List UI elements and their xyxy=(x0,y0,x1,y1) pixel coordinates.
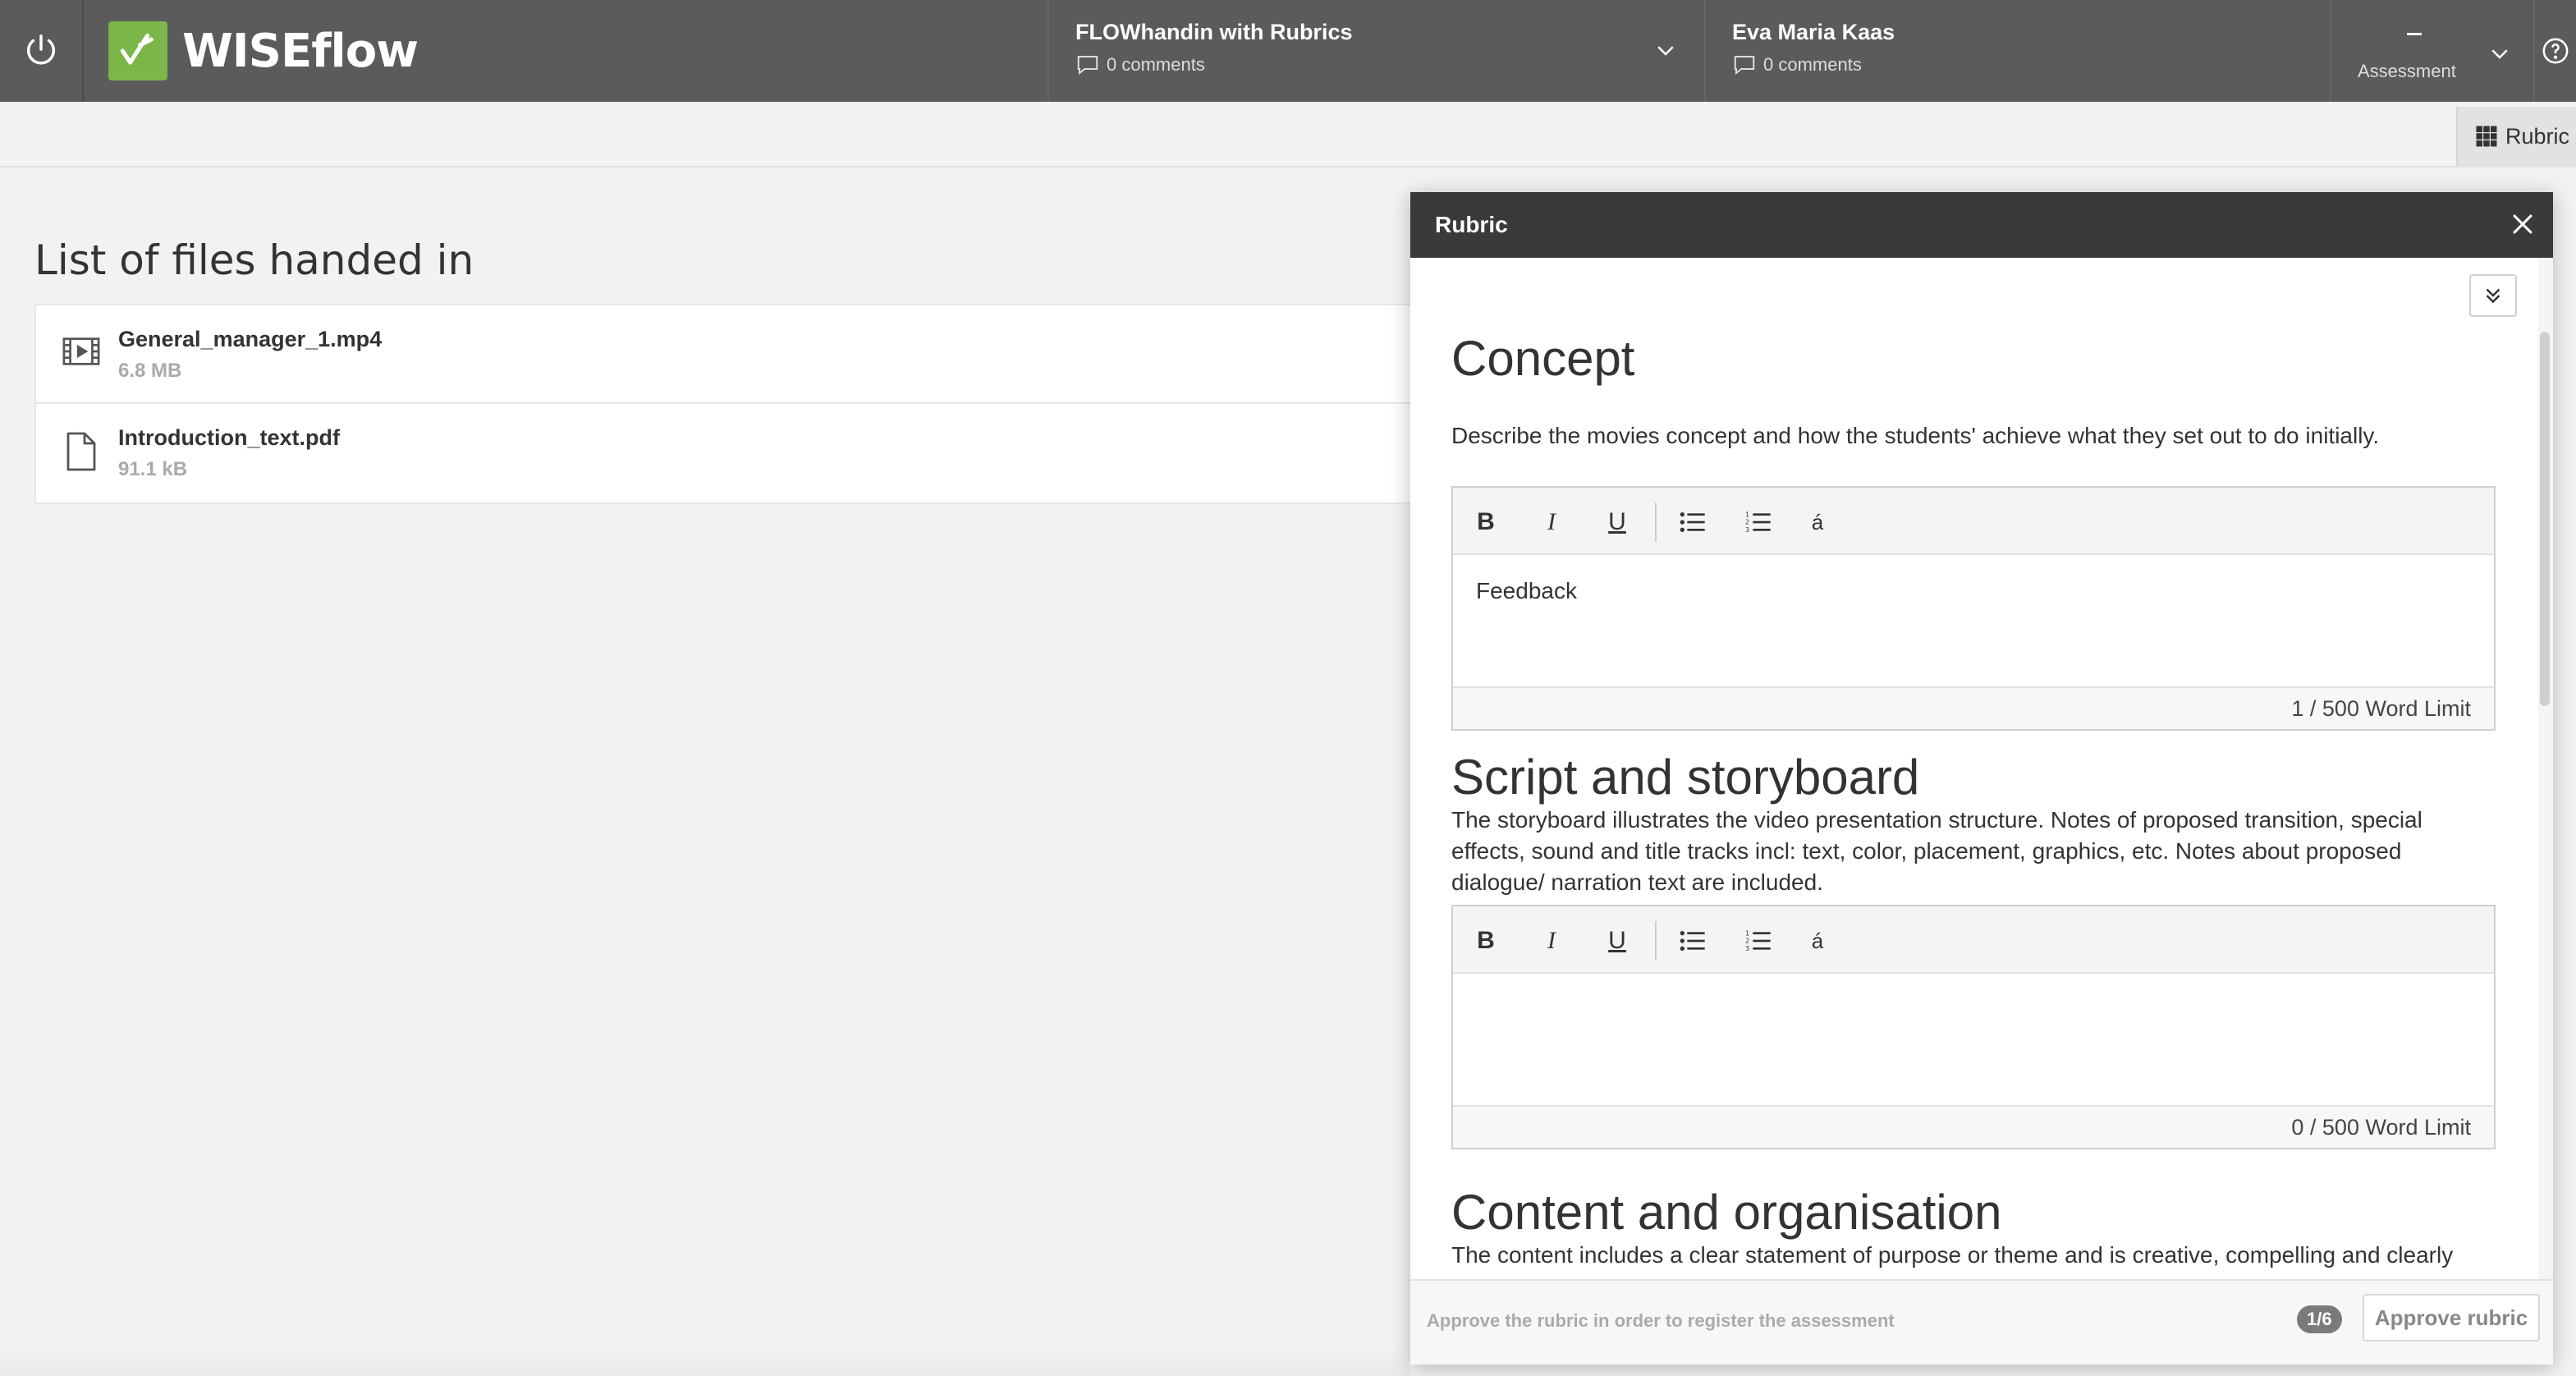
approve-hint: Approve the rubric in order to register … xyxy=(1427,1310,1895,1331)
rubric-section-content-organisation: Content and organisation The content inc… xyxy=(1451,1186,2496,1271)
numbered-list-icon: 123 xyxy=(1745,511,1771,534)
grid-icon xyxy=(2476,126,2497,147)
close-icon[interactable] xyxy=(2509,210,2537,238)
feedback-editor[interactable]: B I U 123 á 0 / 500 Word Limit xyxy=(1451,905,2496,1149)
help-button[interactable] xyxy=(2533,0,2576,102)
flow-selector[interactable]: FLOWhandin with Rubrics 0 comments xyxy=(1047,0,1704,102)
document-file-icon xyxy=(66,432,96,471)
svg-text:3: 3 xyxy=(1745,945,1749,952)
bullet-list-icon xyxy=(1680,512,1705,532)
chevron-down-icon[interactable] xyxy=(2487,41,2512,66)
file-name: General_manager_1.mp4 xyxy=(118,327,383,351)
bold-button[interactable]: B xyxy=(1469,924,1502,957)
file-row[interactable]: Introduction_text.pdf 91.1 kB xyxy=(36,404,1412,502)
power-icon xyxy=(26,34,56,65)
toolbar-divider xyxy=(1655,921,1657,961)
approve-rubric-button[interactable]: Approve rubric xyxy=(2363,1294,2540,1342)
section-title: Script and storyboard xyxy=(1451,750,1920,805)
file-list: General_manager_1.mp4 6.8 MB Introductio… xyxy=(34,304,1414,504)
bullet-list-button[interactable] xyxy=(1676,506,1709,539)
files-heading: List of files handed in xyxy=(34,236,474,284)
bullet-list-button[interactable] xyxy=(1676,924,1709,957)
word-count: 1 / 500 Word Limit xyxy=(2291,696,2471,721)
numbered-list-button[interactable]: 123 xyxy=(1742,506,1775,539)
editor-footer: 0 / 500 Word Limit xyxy=(1453,1105,2494,1148)
wiseflow-logo[interactable]: WISEflow xyxy=(108,21,419,80)
file-size: 6.8 MB xyxy=(118,360,182,382)
rubric-scrollbar[interactable] xyxy=(2538,258,2553,1279)
participant-comments[interactable]: 0 comments xyxy=(1732,54,1862,76)
assessment-selector[interactable]: Assessment xyxy=(2330,0,2533,102)
rubric-panel: Rubric Concept Describe the movies conce… xyxy=(1410,192,2553,1365)
svg-text:1: 1 xyxy=(1745,511,1749,518)
top-bar: WISEflow FLOWhandin with Rubrics 0 comme… xyxy=(0,0,2576,102)
rubric-panel-footer: Approve the rubric in order to register … xyxy=(1410,1279,2553,1365)
rubric-toggle-label: Rubric xyxy=(2505,123,2570,149)
underline-button[interactable]: U xyxy=(1601,506,1634,539)
underline-button[interactable]: U xyxy=(1601,924,1634,957)
rubric-panel-title: Rubric xyxy=(1435,212,1508,237)
wiseflow-logo-mark xyxy=(108,21,167,80)
flow-comments[interactable]: 0 comments xyxy=(1075,54,1205,76)
rubric-panel-header: Rubric xyxy=(1410,192,2553,258)
file-row[interactable]: General_manager_1.mp4 6.8 MB xyxy=(36,305,1412,404)
flow-comments-count: 0 comments xyxy=(1107,54,1205,75)
participant-comments-count: 0 comments xyxy=(1763,54,1862,75)
editor-content[interactable]: Feedback xyxy=(1476,578,1577,604)
power-button[interactable] xyxy=(0,0,84,102)
help-icon xyxy=(2542,38,2569,64)
collapse-all-button[interactable] xyxy=(2469,274,2517,317)
assessment-label: Assessment xyxy=(2358,61,2456,81)
rubric-section-script-storyboard: Script and storyboard The storyboard ill… xyxy=(1451,750,2496,1149)
section-description: Describe the movies concept and how the … xyxy=(1451,423,2380,448)
sub-toolbar: Rubric xyxy=(0,102,2576,167)
chevron-down-icon[interactable] xyxy=(1653,38,1678,62)
editor-footer: 1 / 500 Word Limit xyxy=(1453,686,2494,729)
feedback-editor[interactable]: B I U 123 á Feedback 1 / 500 Word Limit xyxy=(1451,486,2496,731)
editor-toolbar: B I U 123 á xyxy=(1453,906,2494,974)
app-name: WISEflow xyxy=(182,24,419,78)
svg-text:3: 3 xyxy=(1745,526,1749,534)
assessment-value xyxy=(2407,33,2422,35)
scrollbar-thumb[interactable] xyxy=(2540,332,2550,706)
bold-button[interactable]: B xyxy=(1469,506,1502,539)
section-description: The content includes a clear statement o… xyxy=(1451,1242,2454,1268)
bottom-shade xyxy=(0,1346,1410,1376)
check-flag-icon xyxy=(120,33,154,65)
comment-icon xyxy=(1077,56,1098,76)
italic-button[interactable]: I xyxy=(1535,506,1568,539)
numbered-list-icon: 123 xyxy=(1745,929,1771,952)
section-title: Concept xyxy=(1451,331,1635,386)
participant-selector[interactable]: Eva Maria Kaas 0 comments xyxy=(1704,0,2330,102)
bullet-list-icon xyxy=(1680,931,1705,951)
editor-toolbar: B I U 123 á xyxy=(1453,488,2494,555)
section-title: Content and organisation xyxy=(1451,1185,2002,1240)
svg-text:2: 2 xyxy=(1745,938,1749,945)
special-character-button[interactable]: á xyxy=(1801,924,1834,957)
toolbar-divider xyxy=(1655,502,1657,542)
file-size: 91.1 kB xyxy=(118,458,188,480)
file-name: Introduction_text.pdf xyxy=(118,425,340,450)
section-description: The storyboard illustrates the video pre… xyxy=(1451,807,2422,895)
rubric-toggle-button[interactable]: Rubric xyxy=(2456,107,2576,166)
rubric-progress-badge: 1/6 xyxy=(2297,1305,2342,1333)
special-character-button[interactable]: á xyxy=(1801,506,1834,539)
numbered-list-button[interactable]: 123 xyxy=(1742,924,1775,957)
comment-icon xyxy=(1734,56,1755,76)
svg-text:2: 2 xyxy=(1745,519,1749,526)
svg-text:1: 1 xyxy=(1745,929,1749,937)
double-chevron-down-icon xyxy=(2486,288,2500,304)
video-file-icon xyxy=(62,337,100,365)
flow-title: FLOWhandin with Rubrics xyxy=(1075,20,1353,44)
rubric-section-concept: Concept Describe the movies concept and … xyxy=(1451,331,2496,731)
italic-button[interactable]: I xyxy=(1535,924,1568,957)
participant-name: Eva Maria Kaas xyxy=(1732,20,1895,44)
word-count: 0 / 500 Word Limit xyxy=(2291,1115,2471,1140)
rubric-panel-body: Concept Describe the movies concept and … xyxy=(1410,258,2538,1279)
